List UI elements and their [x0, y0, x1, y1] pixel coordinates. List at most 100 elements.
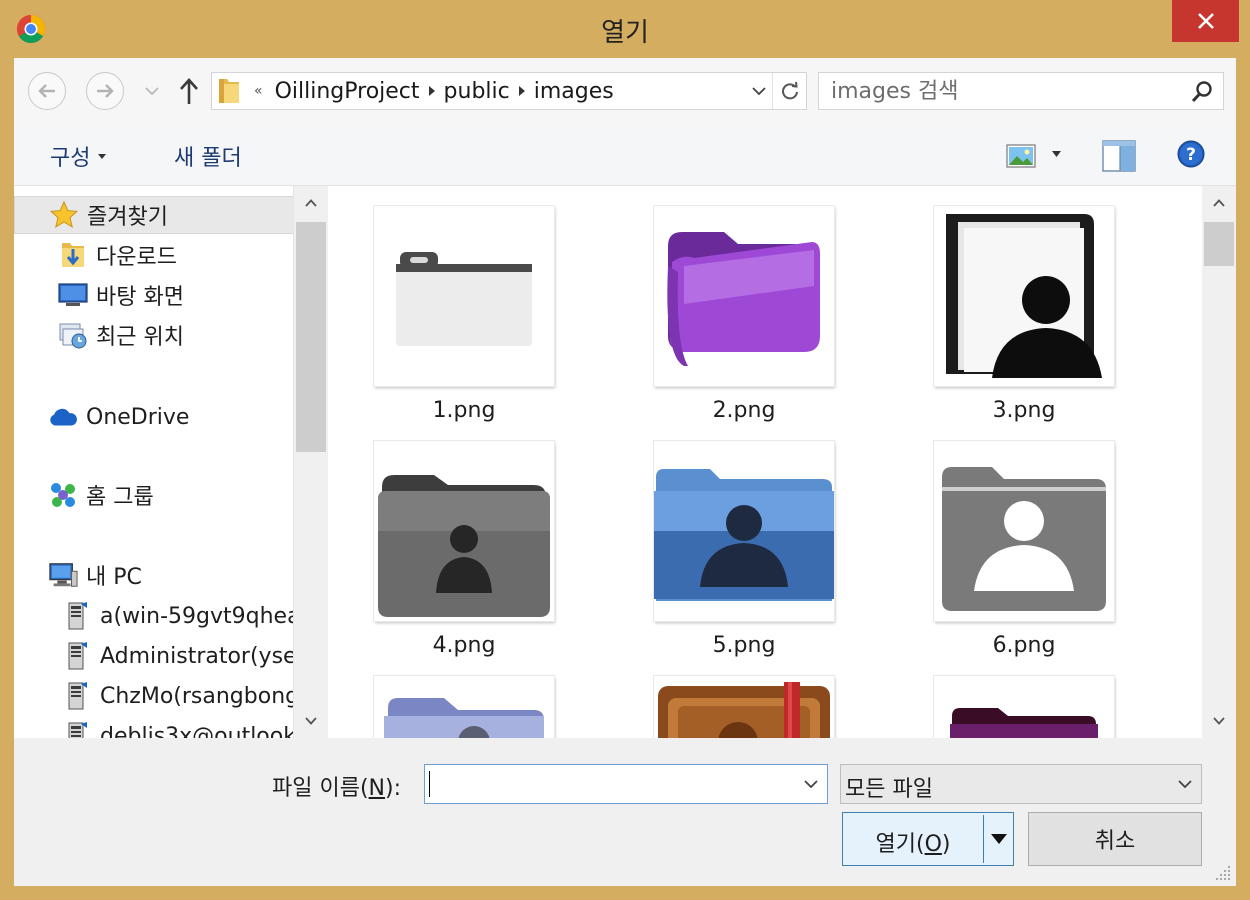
address-bar[interactable]: « OillingProject public images — [211, 72, 807, 110]
user-folder-icon — [946, 214, 1102, 378]
title-bar[interactable]: 열기 — [0, 0, 1250, 58]
breadcrumb-item[interactable]: images — [534, 79, 614, 104]
nav-item-label: a(win-59gvt9qhea5 — [100, 603, 294, 629]
chevron-down-icon — [804, 780, 818, 788]
organize-button[interactable]: 구성 — [50, 140, 107, 172]
new-folder-button[interactable]: 새 폴더 — [174, 140, 242, 172]
forward-button[interactable] — [86, 72, 124, 110]
preview-pane-icon[interactable] — [1102, 140, 1136, 172]
nav-item-label: 다운로드 — [96, 245, 177, 270]
lavender-folder-icon — [384, 698, 544, 738]
search-box[interactable] — [818, 72, 1224, 110]
search-button[interactable] — [1189, 79, 1215, 105]
file-item[interactable] — [654, 676, 834, 738]
scrollbar-thumb[interactable] — [296, 222, 326, 452]
file-thumbnail — [374, 441, 554, 621]
filename-input[interactable] — [431, 769, 791, 799]
nav-item-desktop[interactable]: 바탕 화면 — [14, 276, 293, 314]
scrollbar-thumb[interactable] — [1204, 222, 1234, 266]
file-item[interactable]: 3.png — [934, 206, 1114, 430]
breadcrumb-separator-icon[interactable] — [420, 85, 444, 97]
organize-label: 구성 — [50, 146, 91, 171]
computer-icon — [48, 560, 78, 590]
breadcrumb-overflow-button[interactable]: « — [254, 83, 263, 99]
nav-item-favorites[interactable]: 즐겨찾기 — [14, 196, 293, 234]
refresh-button[interactable] — [772, 73, 806, 109]
nav-item-this-pc[interactable]: 내 PC — [14, 556, 293, 594]
nav-item-network-drive[interactable]: Administrator(ysec — [14, 637, 293, 675]
scroll-down-button[interactable] — [294, 704, 328, 738]
nav-item-network-drive[interactable]: a(win-59gvt9qhea5 — [14, 597, 294, 635]
file-item[interactable] — [374, 676, 554, 738]
nav-item-label: deblis3x@outlook — [100, 723, 294, 739]
navigation-scrollbar[interactable] — [294, 186, 328, 738]
resize-grip-icon[interactable] — [1212, 862, 1232, 882]
nav-item-homegroup[interactable]: 홈 그룹 — [14, 476, 293, 514]
open-label-text: 열기( — [875, 832, 925, 857]
svg-text:?: ? — [1186, 145, 1196, 165]
file-item[interactable]: 2.png — [654, 206, 834, 430]
breadcrumb-separator-icon[interactable] — [510, 85, 534, 97]
recent-locations-button[interactable] — [142, 80, 162, 102]
recent-places-icon — [58, 320, 88, 350]
file-name: 6.png — [992, 633, 1056, 658]
file-name: 2.png — [712, 398, 776, 423]
purple-folder-icon — [667, 232, 820, 366]
file-type-select[interactable]: 모든 파일 — [840, 764, 1202, 804]
address-dropdown-button[interactable] — [746, 73, 772, 109]
network-drive-icon — [62, 601, 92, 631]
file-item[interactable]: 6.png — [934, 441, 1114, 665]
split-divider — [983, 815, 984, 863]
open-file-dialog: 열기 « OillingProject public images images… — [0, 0, 1250, 900]
filename-combobox[interactable] — [424, 764, 828, 804]
open-button[interactable]: 열기(O) — [842, 812, 1014, 866]
file-thumbnail — [934, 441, 1114, 621]
file-item[interactable] — [934, 676, 1114, 738]
breadcrumb-item[interactable]: public — [444, 79, 510, 104]
back-button[interactable] — [28, 72, 66, 110]
view-mode-icon[interactable] — [1006, 143, 1036, 169]
breadcrumb-item[interactable]: OillingProject — [275, 79, 420, 104]
help-icon[interactable]: ? — [1177, 140, 1205, 168]
folder-icon — [212, 73, 246, 109]
nav-item-onedrive[interactable]: OneDrive — [14, 398, 293, 436]
filename-dropdown-button[interactable] — [799, 772, 823, 796]
file-thumbnail — [654, 206, 834, 386]
dialog-client: « OillingProject public images images 검색… — [14, 58, 1236, 886]
view-options-caret-icon[interactable] — [1052, 151, 1061, 157]
up-button[interactable] — [174, 74, 204, 108]
file-list-scrollbar[interactable] — [1202, 186, 1236, 738]
filename-label-suffix: ): — [385, 776, 402, 801]
scroll-up-button[interactable] — [294, 186, 328, 220]
cancel-button[interactable]: 취소 — [1028, 812, 1202, 866]
network-drive-icon — [62, 681, 92, 711]
nav-item-network-drive[interactable]: ChzMo(rsangbong — [14, 677, 293, 715]
scroll-up-button[interactable] — [1202, 186, 1236, 220]
open-label-suffix: ) — [941, 832, 951, 857]
file-type-value: 모든 파일 — [845, 777, 933, 802]
flat-user-folder-icon — [942, 467, 1106, 611]
file-list: 1.png 2.png 3.png 4.png 5.png 6.png — [328, 186, 1202, 738]
chevron-up-icon — [1213, 199, 1225, 207]
file-type-dropdown-button[interactable] — [1173, 772, 1197, 796]
refresh-icon — [781, 81, 798, 100]
open-button-label: 열기(O) — [843, 826, 983, 858]
nav-item-label: 바탕 화면 — [96, 285, 184, 310]
file-item[interactable]: 5.png — [654, 441, 834, 665]
scroll-down-button[interactable] — [1202, 704, 1236, 738]
file-item[interactable]: 1.png — [374, 206, 554, 430]
nav-item-recent-places[interactable]: 최근 위치 — [14, 316, 293, 354]
nav-item-downloads[interactable]: 다운로드 — [14, 236, 293, 274]
navigation-pane: 즐겨찾기 다운로드 바탕 화면 최근 위치 OneDrive 홈 그룹 내 PC… — [14, 186, 294, 738]
nav-item-network-drive[interactable]: deblis3x@outlook — [14, 717, 294, 739]
file-thumbnail — [374, 206, 554, 386]
chevron-down-icon — [305, 717, 317, 725]
file-thumbnail — [934, 676, 1114, 738]
chevron-up-icon — [305, 199, 317, 207]
search-input[interactable] — [831, 76, 1171, 106]
chevron-down-icon — [1178, 780, 1192, 788]
open-options-button[interactable] — [985, 813, 1013, 865]
gray-folder-icon — [396, 252, 532, 346]
close-button[interactable] — [1172, 0, 1239, 42]
file-item[interactable]: 4.png — [374, 441, 554, 665]
